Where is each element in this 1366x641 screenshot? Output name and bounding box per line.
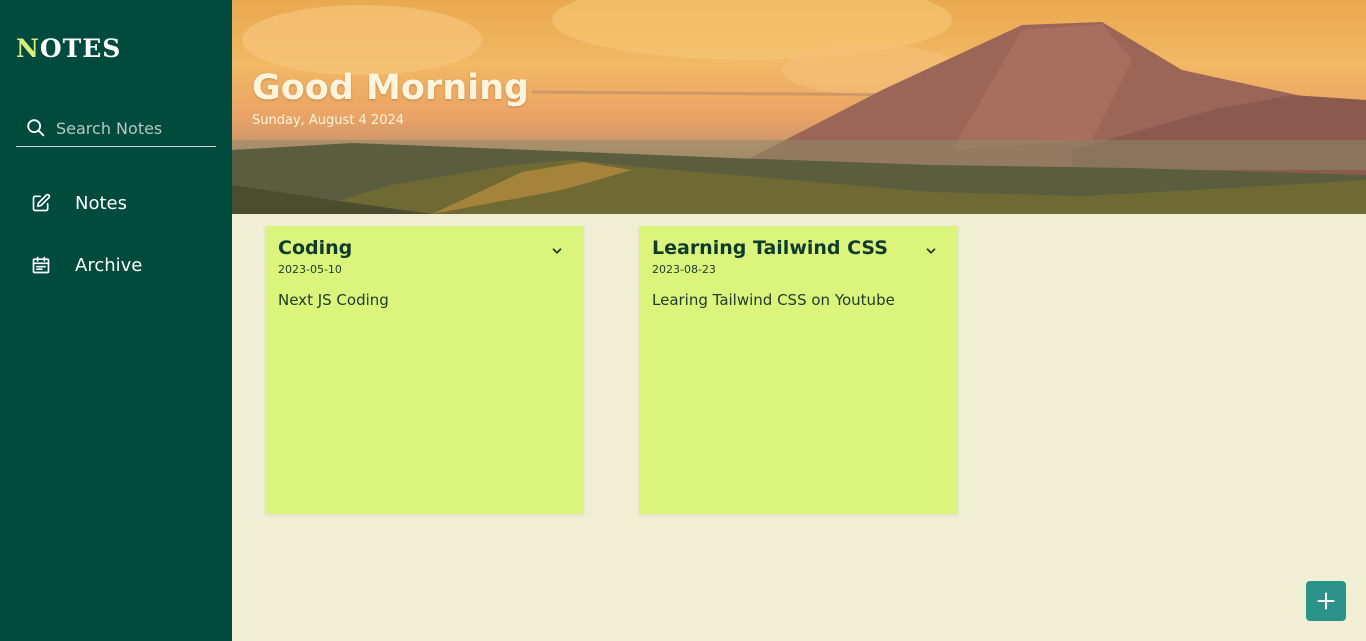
note-body: Next JS Coding <box>278 291 389 309</box>
logo-first-letter: N <box>16 34 40 63</box>
chevron-down-icon[interactable] <box>924 244 938 258</box>
logo-rest: OTES <box>39 34 122 63</box>
add-note-button[interactable] <box>1306 581 1346 621</box>
sidebar: NOTES Notes Arch <box>0 0 232 641</box>
greeting-title: Good Morning <box>252 68 530 108</box>
note-card[interactable]: Coding 2023-05-10 Next JS Coding <box>265 226 584 514</box>
note-date: 2023-08-23 <box>652 263 716 276</box>
sidebar-item-label: Archive <box>75 254 143 276</box>
note-date: 2023-05-10 <box>278 263 342 276</box>
app-logo: NOTES <box>16 34 121 63</box>
app: NOTES Notes Arch <box>0 0 1366 641</box>
search-icon <box>27 119 45 137</box>
hero-banner: Good Morning Sunday, August 4 2024 <box>232 0 1366 214</box>
search-bar <box>16 110 216 147</box>
current-date: Sunday, August 4 2024 <box>252 113 405 128</box>
sidebar-item-archive[interactable]: Archive <box>16 245 216 285</box>
note-card[interactable]: Learning Tailwind CSS 2023-08-23 Learing… <box>639 226 958 514</box>
edit-icon <box>32 193 51 212</box>
sidebar-item-notes[interactable]: Notes <box>16 183 216 223</box>
plus-icon <box>1317 592 1335 610</box>
sidebar-item-label: Notes <box>75 192 127 214</box>
note-title: Learning Tailwind CSS <box>652 237 888 259</box>
calendar-icon <box>32 256 50 274</box>
note-title: Coding <box>278 237 353 259</box>
chevron-down-icon[interactable] <box>550 244 564 258</box>
note-body: Learing Tailwind CSS on Youtube <box>652 291 895 309</box>
search-input[interactable] <box>56 115 206 141</box>
